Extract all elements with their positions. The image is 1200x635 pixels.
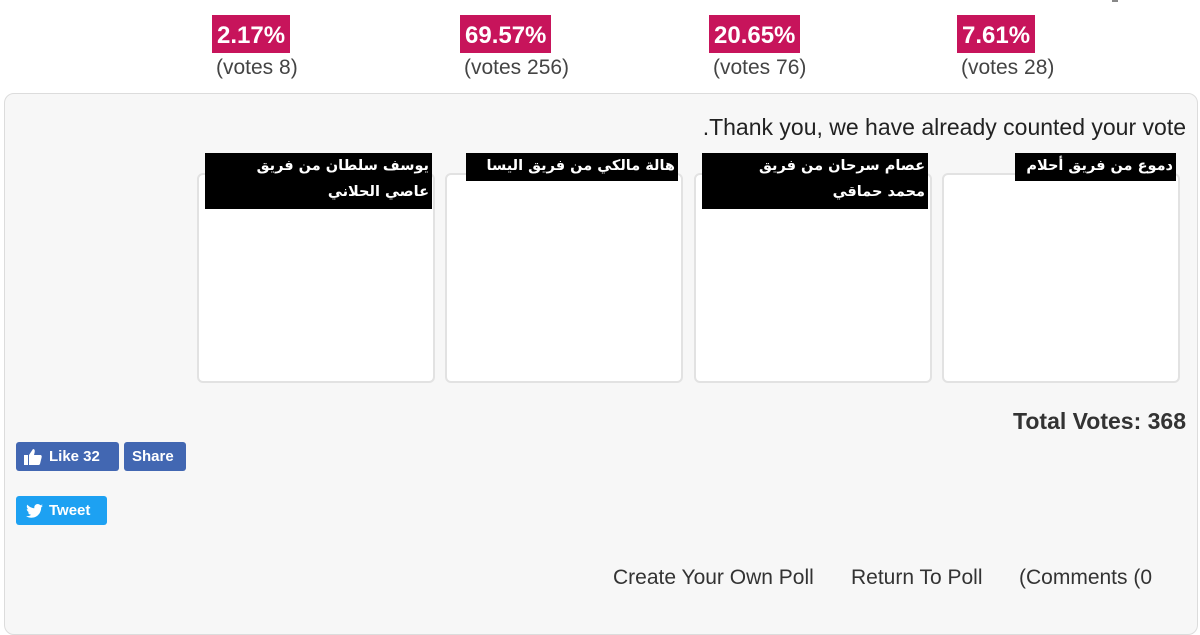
option-label-line: محمد حماقي bbox=[832, 184, 925, 200]
option-label-line: عاصي الحلاني bbox=[327, 184, 429, 200]
poll-option-card-2[interactable] bbox=[445, 173, 683, 383]
percent-badge: 2.17% bbox=[212, 15, 291, 53]
vote-count: (votes 28) bbox=[961, 56, 1055, 79]
comments-link[interactable]: (Comments (0 bbox=[1019, 566, 1152, 590]
return-to-poll-link[interactable]: Return To Poll bbox=[851, 566, 983, 590]
option-label-line: عصام سرحان من فريق bbox=[758, 158, 925, 174]
vote-count: (votes 8) bbox=[216, 56, 298, 79]
option-label-4: دموع من فريق أحلام bbox=[1015, 153, 1176, 181]
thumbs-up-icon bbox=[24, 448, 42, 465]
twitter-bird-icon bbox=[26, 503, 43, 518]
option-label-line: يوسف سلطان من فريق bbox=[256, 158, 429, 174]
percent-badge: 69.57% bbox=[460, 15, 552, 53]
result-option-4: 7.61% (votes 28) bbox=[957, 15, 1097, 80]
facebook-share-button[interactable]: Share bbox=[124, 442, 186, 471]
result-option-1: 2.17% (votes 8) bbox=[212, 15, 352, 80]
tweet-label: Tweet bbox=[49, 502, 91, 519]
share-label: Share bbox=[132, 448, 174, 465]
option-label-1: يوسف سلطان من فريق عاصي الحلاني bbox=[205, 153, 432, 209]
vote-counted-message: .Thank you, we have already counted your… bbox=[702, 114, 1186, 140]
option-label-line: هالة مالكي من فريق اليسا bbox=[486, 158, 676, 174]
facebook-like-button[interactable]: Like 32 bbox=[16, 442, 119, 471]
create-poll-link[interactable]: Create Your Own Poll bbox=[613, 566, 814, 590]
option-label-3: عصام سرحان من فريق محمد حماقي bbox=[702, 153, 928, 209]
total-votes: Total Votes: 368 bbox=[1013, 408, 1186, 434]
poll-option-card-4[interactable] bbox=[942, 173, 1180, 383]
vote-count: (votes 256) bbox=[464, 56, 570, 79]
option-label-2: هالة مالكي من فريق اليسا bbox=[466, 153, 678, 181]
result-option-2: 69.57% (votes 256) bbox=[460, 15, 600, 80]
percent-badge: 20.65% bbox=[709, 15, 801, 53]
tweet-button[interactable]: Tweet bbox=[16, 496, 107, 525]
result-option-3: 20.65% (votes 76) bbox=[709, 15, 849, 80]
percent-badge: 7.61% bbox=[957, 15, 1036, 53]
option-label-line: دموع من فريق أحلام bbox=[1026, 158, 1173, 174]
top-dash-mark bbox=[1112, 0, 1118, 2]
vote-count: (votes 76) bbox=[713, 56, 807, 79]
like-label: Like 32 bbox=[49, 448, 100, 465]
